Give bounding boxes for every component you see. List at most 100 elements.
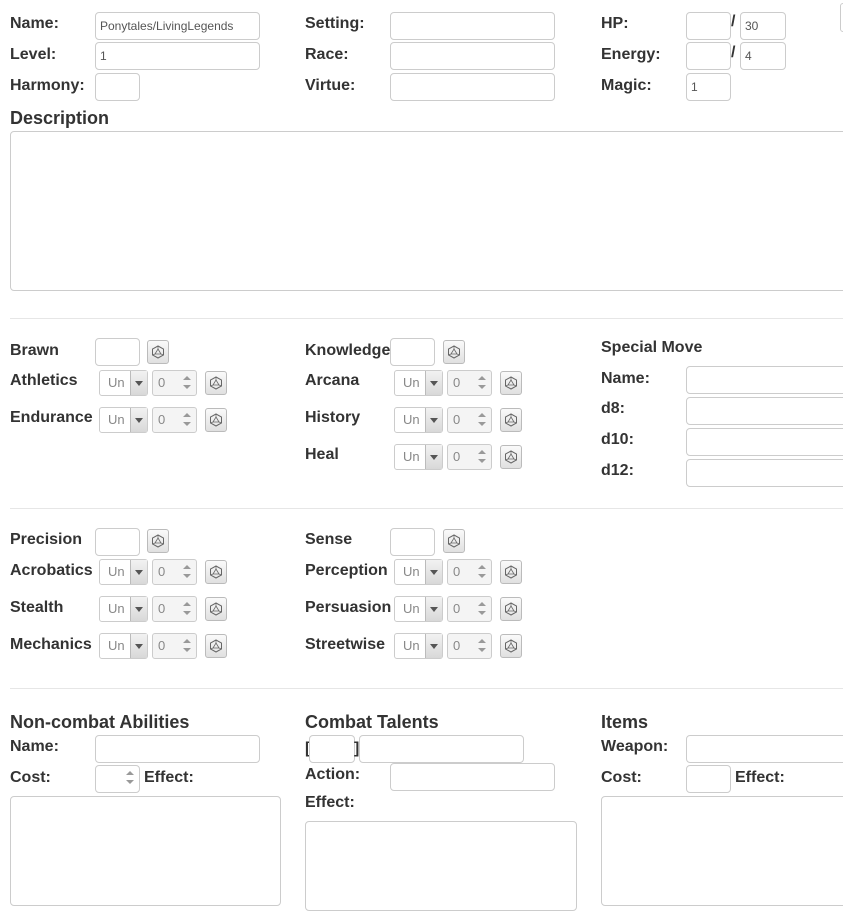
knowledge-input[interactable] <box>390 338 435 366</box>
acrobatics-bonus-stepper[interactable]: 0 <box>152 559 197 585</box>
mechanics-bonus-stepper[interactable]: 0 <box>152 633 197 659</box>
rank-value: Un <box>403 564 420 579</box>
perception-rank-select[interactable]: Un <box>394 559 443 585</box>
hp-max-input[interactable]: 30 <box>740 12 786 40</box>
virtue-input[interactable] <box>390 73 555 101</box>
sense-input[interactable] <box>390 528 435 556</box>
hp-label: HP: <box>601 15 629 32</box>
rank-value: Un <box>403 375 420 390</box>
persuasion-bonus-stepper[interactable]: 0 <box>447 596 492 622</box>
d12-label: d12: <box>601 462 634 479</box>
combat-action-input[interactable] <box>390 763 555 791</box>
combat-action-label: Action: <box>305 766 361 783</box>
dice-icon[interactable] <box>205 597 227 621</box>
arcana-bonus-stepper[interactable]: 0 <box>447 370 492 396</box>
athletics-bonus-stepper[interactable]: 0 <box>152 370 197 396</box>
dice-icon[interactable] <box>500 597 522 621</box>
streetwise-rank-select[interactable]: Un <box>394 633 443 659</box>
chevron-down-icon <box>130 560 147 584</box>
d8-input[interactable] <box>686 397 843 425</box>
spinner-icon[interactable] <box>477 601 487 617</box>
items-cost-label: Cost: <box>601 769 642 786</box>
dice-icon[interactable] <box>500 634 522 658</box>
dice-icon[interactable] <box>443 340 465 364</box>
spinner-icon[interactable] <box>477 449 487 465</box>
d10-label: d10: <box>601 431 634 448</box>
persuasion-rank-select[interactable]: Un <box>394 596 443 622</box>
chevron-down-icon <box>130 597 147 621</box>
d12-input[interactable] <box>686 459 843 487</box>
divider <box>10 318 843 319</box>
spinner-icon[interactable] <box>477 564 487 580</box>
spinner-icon[interactable] <box>182 375 192 391</box>
items-effect-textarea[interactable] <box>601 796 843 906</box>
sense-label: Sense <box>305 531 353 548</box>
heal-bonus-stepper[interactable]: 0 <box>447 444 492 470</box>
spinner-icon[interactable] <box>182 638 192 654</box>
heal-rank-select[interactable]: Un <box>394 444 443 470</box>
weapon-input[interactable] <box>686 735 843 763</box>
dice-icon[interactable] <box>147 529 169 553</box>
energy-max-input[interactable]: 4 <box>740 42 786 70</box>
spinner-icon[interactable] <box>182 601 192 617</box>
dice-icon[interactable] <box>205 560 227 584</box>
magic-input[interactable]: 1 <box>686 73 731 101</box>
bonus-value: 0 <box>158 638 166 653</box>
acrobatics-rank-select[interactable]: Un <box>99 559 148 585</box>
d10-input[interactable] <box>686 428 843 456</box>
dice-icon[interactable] <box>147 340 169 364</box>
noncombat-cost-stepper[interactable] <box>95 765 140 793</box>
arcana-rank-select[interactable]: Un <box>394 370 443 396</box>
race-input[interactable] <box>390 42 555 70</box>
divider <box>10 688 843 689</box>
setting-input[interactable] <box>390 12 555 40</box>
dice-icon[interactable] <box>500 371 522 395</box>
dice-icon[interactable] <box>443 529 465 553</box>
rank-value: Un <box>108 375 125 390</box>
dice-icon[interactable] <box>205 408 227 432</box>
history-bonus-stepper[interactable]: 0 <box>447 407 492 433</box>
noncombat-name-label: Name: <box>10 738 59 755</box>
dice-icon[interactable] <box>500 408 522 432</box>
spinner-icon[interactable] <box>477 375 487 391</box>
spinner-icon[interactable] <box>477 412 487 428</box>
items-cost-input[interactable] <box>686 765 731 793</box>
bonus-value: 0 <box>453 375 461 390</box>
combat-title: Combat Talents <box>305 712 439 732</box>
stealth-bonus-stepper[interactable]: 0 <box>152 596 197 622</box>
spinner-icon[interactable] <box>182 412 192 428</box>
combat-effect-textarea[interactable] <box>305 821 577 911</box>
level-input[interactable]: 1 <box>95 42 260 70</box>
dice-icon[interactable] <box>205 371 227 395</box>
combat-cost-input[interactable] <box>309 735 355 763</box>
perception-bonus-stepper[interactable]: 0 <box>447 559 492 585</box>
hp-current-input[interactable] <box>686 12 731 40</box>
magic-label: Magic: <box>601 77 652 94</box>
streetwise-bonus-stepper[interactable]: 0 <box>447 633 492 659</box>
noncombat-name-input[interactable] <box>95 735 260 763</box>
description-textarea[interactable] <box>10 131 843 291</box>
noncombat-effect-textarea[interactable] <box>10 796 281 906</box>
spinner-icon[interactable] <box>477 638 487 654</box>
dice-icon[interactable] <box>205 634 227 658</box>
energy-current-input[interactable] <box>686 42 731 70</box>
brawn-input[interactable] <box>95 338 140 366</box>
precision-input[interactable] <box>95 528 140 556</box>
spinner-icon[interactable] <box>125 770 135 786</box>
endurance-bonus-stepper[interactable]: 0 <box>152 407 197 433</box>
stealth-rank-select[interactable]: Un <box>99 596 148 622</box>
harmony-input[interactable] <box>95 73 140 101</box>
combat-name-input[interactable] <box>359 735 524 763</box>
dice-icon[interactable] <box>500 445 522 469</box>
endurance-rank-select[interactable]: Un <box>99 407 148 433</box>
race-label: Race: <box>305 46 349 63</box>
history-rank-select[interactable]: Un <box>394 407 443 433</box>
heal-label: Heal <box>305 446 339 463</box>
special-move-name-input[interactable] <box>686 366 843 394</box>
mechanics-rank-select[interactable]: Un <box>99 633 148 659</box>
energy-label: Energy: <box>601 46 661 63</box>
athletics-rank-select[interactable]: Un <box>99 370 148 396</box>
name-input[interactable]: Ponytales/LivingLegends <box>95 12 260 40</box>
spinner-icon[interactable] <box>182 564 192 580</box>
dice-icon[interactable] <box>500 560 522 584</box>
